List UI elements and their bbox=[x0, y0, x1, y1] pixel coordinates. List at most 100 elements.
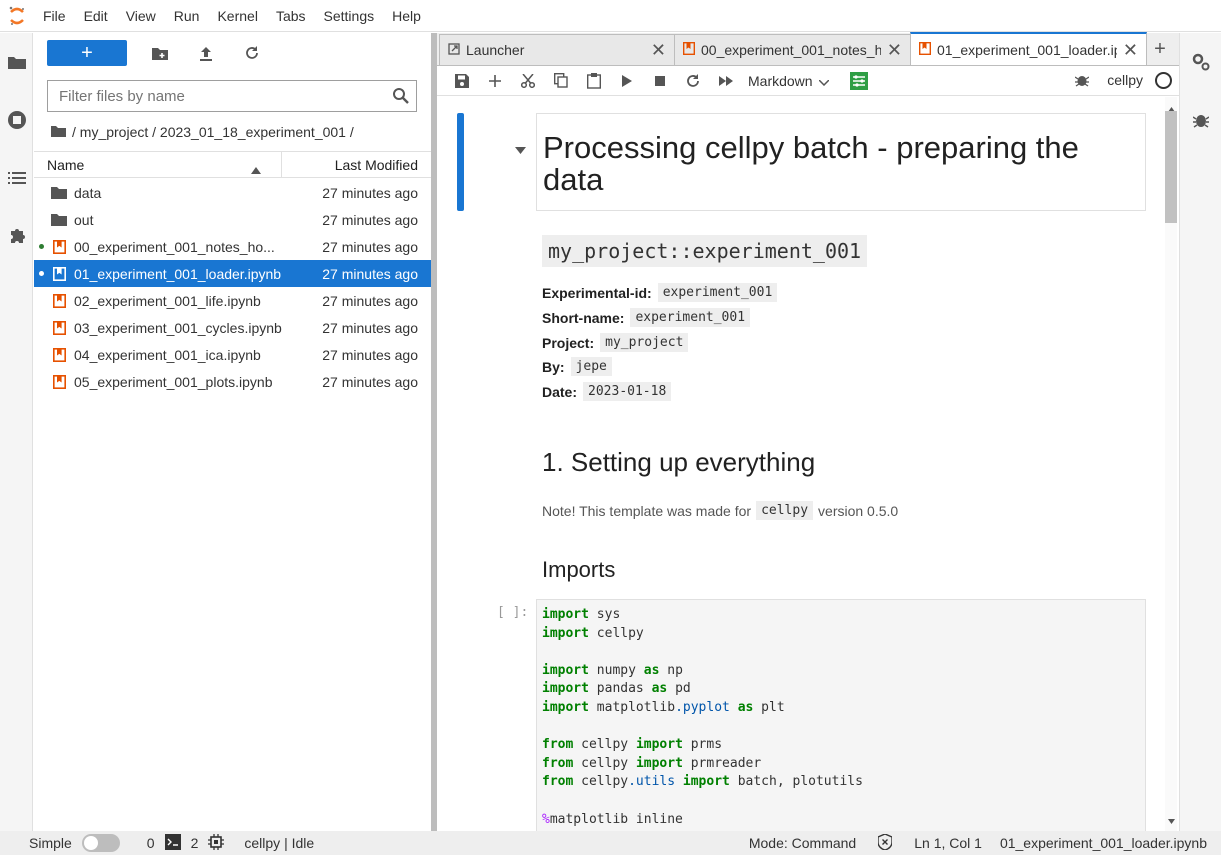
debugger-icon[interactable] bbox=[1180, 91, 1221, 149]
paste-icon[interactable] bbox=[577, 67, 610, 95]
home-folder-icon[interactable] bbox=[51, 124, 66, 140]
metadata-value: 2023-01-18 bbox=[583, 382, 672, 401]
file-modified: 27 minutes ago bbox=[322, 319, 418, 336]
save-icon[interactable] bbox=[445, 67, 478, 95]
new-folder-icon[interactable] bbox=[137, 40, 183, 66]
menubar: File Edit View Run Kernel Tabs Settings Help bbox=[0, 0, 1221, 32]
close-tab-icon[interactable]: ✕ bbox=[887, 41, 902, 59]
close-tab-icon[interactable]: ✕ bbox=[1123, 41, 1138, 59]
notebook-icon bbox=[34, 374, 74, 389]
stop-icon[interactable] bbox=[643, 67, 676, 95]
scrollbar-thumb[interactable] bbox=[1165, 111, 1177, 223]
file-name: 05_experiment_001_plots.ipynb bbox=[74, 373, 273, 390]
tab-loader-notebook[interactable]: 01_experiment_001_loader.ip ✕ bbox=[910, 32, 1147, 65]
file-row[interactable]: 04_experiment_001_ica.ipynb 27 minutes ag… bbox=[34, 341, 431, 368]
scroll-down-icon[interactable] bbox=[1168, 811, 1175, 827]
kernel-count[interactable]: 2 bbox=[191, 835, 199, 851]
notebook-toolbar: Markdown cellpy bbox=[437, 66, 1179, 96]
menu-tabs[interactable]: Tabs bbox=[267, 0, 315, 32]
close-tab-icon[interactable]: ✕ bbox=[651, 41, 666, 59]
file-row[interactable]: 01_experiment_001_loader.ipynb 27 minutes… bbox=[34, 260, 431, 287]
file-row[interactable]: 05_experiment_001_plots.ipynb 27 minutes … bbox=[34, 368, 431, 395]
filter-files-input[interactable]: Filter files by name bbox=[47, 80, 417, 112]
simple-mode-label: Simple bbox=[29, 835, 72, 851]
file-modified: 27 minutes ago bbox=[322, 211, 418, 228]
metadata-value: jepe bbox=[570, 357, 612, 376]
file-name: 01_experiment_001_loader.ipynb bbox=[74, 265, 282, 282]
tab-label: 01_experiment_001_loader.ip bbox=[937, 41, 1117, 58]
kernel-status-text[interactable]: cellpy | Idle bbox=[244, 835, 314, 851]
extensions-puzzle-icon[interactable] bbox=[0, 207, 33, 265]
sort-ascending-icon bbox=[251, 161, 261, 177]
cell-collapser[interactable] bbox=[457, 113, 464, 211]
name-column-label: Name bbox=[47, 156, 85, 173]
debugger-bug-icon[interactable] bbox=[1074, 73, 1090, 90]
add-tab-button[interactable]: + bbox=[1147, 34, 1173, 65]
filter-placeholder: Filter files by name bbox=[59, 87, 185, 105]
run-icon[interactable] bbox=[610, 67, 643, 95]
active-markdown-cell[interactable]: Processing cellpy batch - preparing the … bbox=[536, 113, 1146, 211]
metadata-label: By: bbox=[542, 358, 565, 375]
file-row[interactable]: 00_experiment_001_notes_ho... 27 minutes … bbox=[34, 233, 431, 260]
cell-prompt: [ ]: bbox=[497, 605, 529, 620]
trust-shield-icon[interactable] bbox=[877, 832, 893, 853]
notebook-mode: Mode: Command bbox=[748, 835, 857, 851]
menu-file[interactable]: File bbox=[34, 0, 75, 32]
file-row[interactable]: 02_experiment_001_life.ipynb 27 minutes a… bbox=[34, 287, 431, 314]
menu-help[interactable]: Help bbox=[383, 0, 430, 32]
insert-cell-icon[interactable] bbox=[478, 67, 511, 95]
cell-type-dropdown[interactable]: Markdown bbox=[748, 73, 848, 89]
search-icon bbox=[392, 87, 410, 109]
collapse-heading-icon[interactable] bbox=[515, 143, 526, 157]
cursor-position[interactable]: Ln 1, Col 1 bbox=[914, 835, 982, 851]
breadcrumb: / my_project / 2023_01_18_experiment_001… bbox=[51, 122, 354, 142]
simple-mode-toggle[interactable] bbox=[81, 834, 120, 852]
menu-edit[interactable]: Edit bbox=[75, 0, 117, 32]
upload-icon[interactable] bbox=[183, 40, 229, 66]
refresh-icon[interactable] bbox=[229, 40, 275, 66]
folder-icon bbox=[34, 186, 74, 199]
restart-run-all-icon[interactable] bbox=[709, 67, 742, 95]
terminal-icon bbox=[164, 833, 181, 853]
main-dock-area: Launcher ✕ 00_experiment_001_notes_ho ✕ … bbox=[437, 32, 1179, 831]
notebook-icon bbox=[34, 347, 74, 362]
file-browser: + Filter files by name / my_project / 20… bbox=[34, 33, 431, 831]
notebook-icon bbox=[918, 41, 932, 58]
kernel-name[interactable]: cellpy bbox=[1107, 72, 1143, 88]
table-of-contents-icon[interactable] bbox=[0, 149, 33, 207]
property-inspector-icon[interactable] bbox=[842, 67, 875, 95]
notebook-scrollbar[interactable] bbox=[1165, 97, 1177, 831]
property-inspector-gears-icon[interactable] bbox=[1180, 33, 1221, 91]
menu-kernel[interactable]: Kernel bbox=[208, 0, 266, 32]
new-launcher-button[interactable]: + bbox=[47, 40, 127, 66]
tab-launcher[interactable]: Launcher ✕ bbox=[439, 34, 675, 65]
menu-run[interactable]: Run bbox=[165, 0, 209, 32]
metadata-value: my_project bbox=[600, 333, 689, 352]
running-indicator-icon bbox=[39, 244, 44, 249]
code-cell-editor[interactable]: import sys import cellpy import numpy as… bbox=[536, 599, 1146, 831]
file-modified: 27 minutes ago bbox=[322, 292, 418, 309]
running-sessions-icon[interactable] bbox=[0, 91, 33, 149]
notebook-icon bbox=[34, 320, 74, 335]
metadata-label: Short-name: bbox=[542, 309, 625, 326]
project-heading: my_project::experiment_001 bbox=[542, 235, 868, 267]
metadata-row: By: jepe bbox=[542, 357, 612, 376]
cut-icon[interactable] bbox=[511, 67, 544, 95]
restart-kernel-icon[interactable] bbox=[676, 67, 709, 95]
last-modified-column-header[interactable]: Last Modified bbox=[282, 157, 431, 173]
file-name: 02_experiment_001_life.ipynb bbox=[74, 292, 261, 309]
file-row[interactable]: out 27 minutes ago bbox=[34, 206, 431, 233]
file-row[interactable]: data 27 minutes ago bbox=[34, 179, 431, 206]
note-prefix: Note! This template was made for bbox=[542, 502, 752, 519]
file-list-header: Name Last Modified bbox=[34, 151, 431, 178]
menu-settings[interactable]: Settings bbox=[315, 0, 384, 32]
tab-notes-notebook[interactable]: 00_experiment_001_notes_ho ✕ bbox=[674, 34, 911, 65]
menu-view[interactable]: View bbox=[117, 0, 165, 32]
breadcrumb-path[interactable]: / my_project / 2023_01_18_experiment_001… bbox=[72, 124, 354, 140]
file-modified: 27 minutes ago bbox=[322, 238, 418, 255]
copy-icon[interactable] bbox=[544, 67, 577, 95]
name-column-header[interactable]: Name bbox=[34, 152, 282, 177]
terminal-count[interactable]: 0 bbox=[147, 835, 155, 851]
folder-icon[interactable] bbox=[0, 33, 33, 91]
file-row[interactable]: 03_experiment_001_cycles.ipynb 27 minutes… bbox=[34, 314, 431, 341]
